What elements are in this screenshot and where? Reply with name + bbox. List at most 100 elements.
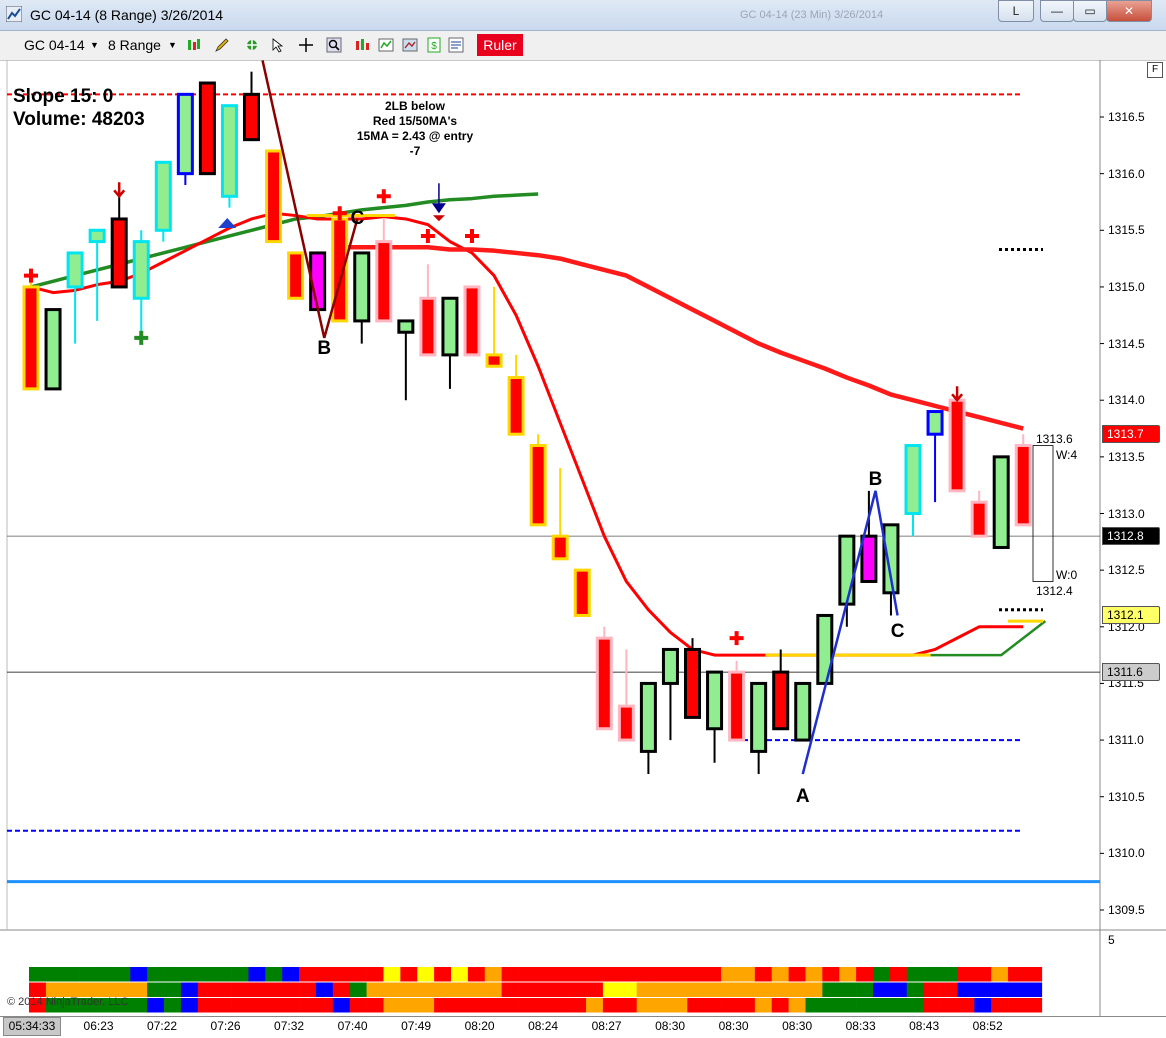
pointer-icon[interactable] xyxy=(270,37,286,53)
time-tick-label: 08:27 xyxy=(591,1019,622,1033)
indicator-cell xyxy=(771,998,789,1013)
candle xyxy=(243,92,260,142)
price-tag: 1311.6 xyxy=(1102,663,1160,682)
maximize-button[interactable]: ▭ xyxy=(1073,0,1107,22)
indicator-cell xyxy=(383,998,401,1013)
indicator-cell xyxy=(299,998,317,1013)
indicator-cell xyxy=(569,967,587,982)
price-tick-label: 1316.0 xyxy=(1108,166,1145,181)
bar-width-top: W:4 xyxy=(1056,448,1078,462)
indicator-cell xyxy=(518,967,536,982)
ma-fast-line xyxy=(30,192,539,289)
candle xyxy=(154,160,172,232)
indicator-cell xyxy=(366,982,384,997)
indicator-cell xyxy=(400,982,418,997)
indicator-cell xyxy=(721,998,739,1013)
candle xyxy=(44,308,62,391)
time-tick-label: 08:43 xyxy=(909,1019,940,1033)
indicator-cell xyxy=(299,982,317,997)
candle xyxy=(110,217,128,289)
minimize-button[interactable]: — xyxy=(1040,0,1074,22)
indicator-cell xyxy=(214,982,232,997)
entry-note-line: 15MA = 2.43 @ entry xyxy=(356,129,474,143)
hand-tool-icon[interactable] xyxy=(244,37,260,53)
indicator-cell xyxy=(889,967,908,982)
data-box-icon[interactable] xyxy=(402,37,418,53)
indicator-cell xyxy=(282,982,300,997)
indicator-cell xyxy=(822,998,840,1013)
crosshair-icon[interactable] xyxy=(298,37,314,53)
window-title: GC 04-14 (8 Range) 3/26/2014 xyxy=(30,7,224,23)
plus-marker xyxy=(729,631,744,646)
time-tick-label: 07:32 xyxy=(274,1019,305,1033)
indicator-cell xyxy=(991,967,1009,982)
instrument-dropdown-icon[interactable]: ▼ xyxy=(90,35,99,55)
time-tick-label: 08:20 xyxy=(464,1019,495,1033)
indicator-cell xyxy=(619,967,637,982)
indicator-cell xyxy=(451,967,469,982)
ruler-button[interactable]: Ruler xyxy=(477,34,523,56)
indicator-cell xyxy=(467,998,486,1013)
indicator-cell xyxy=(231,982,249,997)
indicator-cell xyxy=(957,982,975,997)
time-tick-label: 06:23 xyxy=(83,1019,114,1033)
indicator-cell xyxy=(1008,998,1026,1013)
indicator-cell xyxy=(383,967,401,982)
indicators-icon[interactable] xyxy=(354,37,370,53)
indicator-cell xyxy=(687,967,705,982)
candle xyxy=(353,251,371,323)
instrument-selector[interactable]: GC 04-14 xyxy=(24,35,85,55)
indicator-cell xyxy=(248,982,266,997)
up-triangle-marker xyxy=(218,218,237,229)
bar-type-icon[interactable] xyxy=(186,37,202,53)
indicator-cell xyxy=(147,982,165,997)
indicator-cell xyxy=(147,967,165,982)
indicator-cell xyxy=(501,998,519,1013)
indicator-cell xyxy=(349,998,367,1013)
indicator-cell xyxy=(721,982,739,997)
format-toggle-button[interactable]: F xyxy=(1147,62,1163,78)
bar-width-bottom: W:0 xyxy=(1056,568,1078,582)
properties-icon[interactable] xyxy=(448,37,464,53)
candle xyxy=(66,251,84,289)
indicator-cell xyxy=(670,998,688,1013)
draw-pencil-icon[interactable] xyxy=(214,37,230,53)
indicator-cell xyxy=(164,982,182,997)
indicator-cell xyxy=(754,998,773,1013)
down-arrow-marker xyxy=(113,182,126,199)
time-tick-label: 07:26 xyxy=(210,1019,241,1033)
candle xyxy=(794,681,812,742)
candle xyxy=(728,670,746,742)
time-tick-label: 07:49 xyxy=(401,1019,432,1033)
indicator-cell xyxy=(79,982,97,997)
price-chart[interactable] xyxy=(0,60,1166,1016)
candle xyxy=(1014,444,1032,527)
plus-marker xyxy=(465,228,479,243)
indicator-cell xyxy=(265,967,283,982)
indicator-cell xyxy=(535,967,553,982)
plus-marker xyxy=(134,330,149,345)
link-button[interactable]: L xyxy=(998,0,1034,22)
bar-high-readout: 1313.6 xyxy=(1036,432,1073,446)
indicator-cell xyxy=(991,982,1009,997)
close-button[interactable]: ✕ xyxy=(1106,0,1152,22)
chart-toolbar: GC 04-14 ▼ 8 Range ▼ $ Ruler xyxy=(0,31,1166,61)
indicator-cell xyxy=(197,967,215,982)
zoom-icon[interactable] xyxy=(326,37,342,53)
indicator-cell xyxy=(653,982,671,997)
indicator-cell xyxy=(687,998,705,1013)
candle xyxy=(860,534,878,583)
interval-selector[interactable]: 8 Range xyxy=(108,35,161,55)
indicator-cell xyxy=(231,967,249,982)
interval-dropdown-icon[interactable]: ▼ xyxy=(168,35,177,55)
order-icon[interactable]: $ xyxy=(426,37,442,53)
indicator-cell xyxy=(704,982,722,997)
indicator-cell xyxy=(518,982,536,997)
indicator-cell xyxy=(788,982,806,997)
candle xyxy=(573,568,591,617)
indicator-cell xyxy=(788,967,806,982)
indicator-cell xyxy=(265,998,283,1013)
indicator-cell xyxy=(62,982,80,997)
strategies-icon[interactable] xyxy=(378,37,394,53)
pattern-label: B xyxy=(317,338,332,360)
